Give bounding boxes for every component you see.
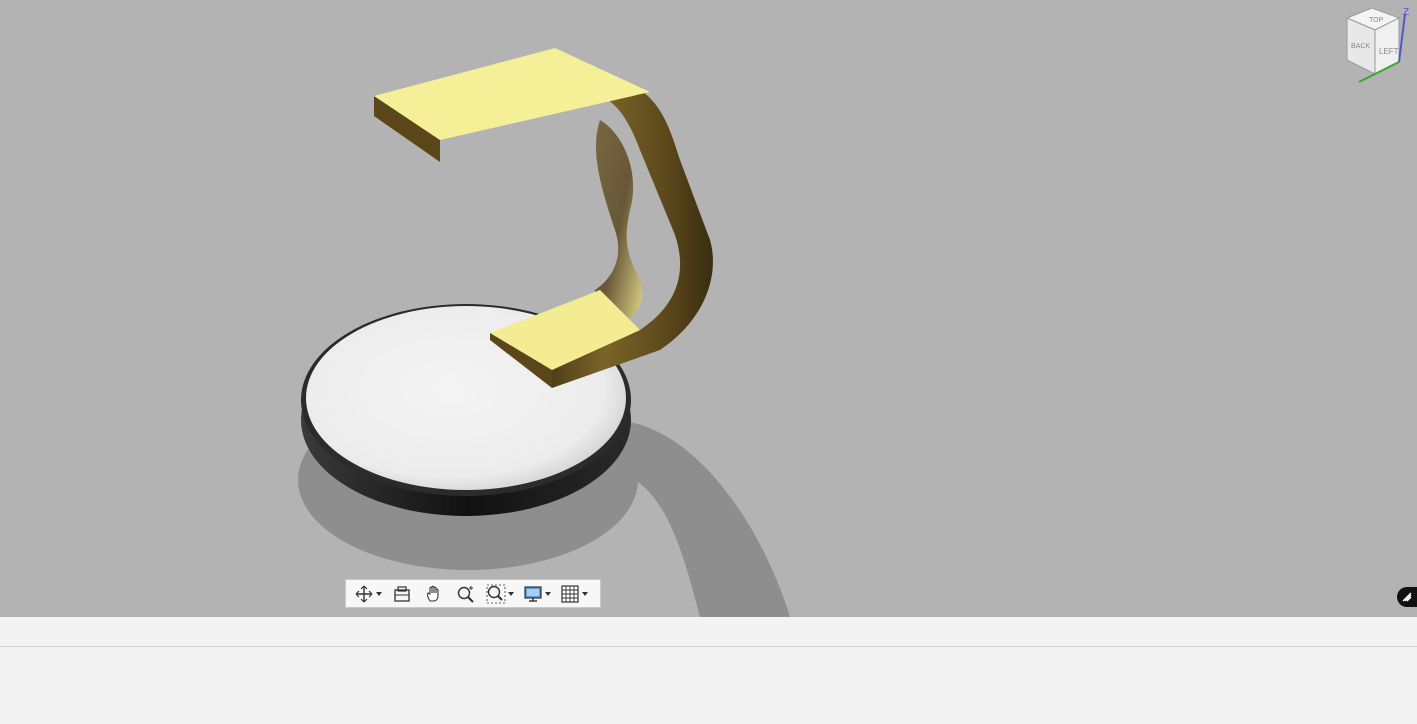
fit-button[interactable] bbox=[482, 580, 518, 607]
orbit-button[interactable] bbox=[350, 580, 386, 607]
bottom-panel bbox=[0, 647, 1417, 724]
viewcube[interactable]: TOP BACK LEFT Z bbox=[1337, 0, 1417, 90]
orbit-icon bbox=[355, 585, 373, 602]
grid-snaps-dropdown-caret[interactable] bbox=[582, 591, 588, 596]
zoom-window-icon bbox=[486, 584, 506, 603]
axis-z-label: Z bbox=[1403, 7, 1409, 18]
grid-icon bbox=[561, 584, 579, 603]
viewcube-left-label: LEFT bbox=[1379, 47, 1399, 56]
pan-button[interactable] bbox=[418, 580, 450, 607]
3d-viewport[interactable]: TOP BACK LEFT Z bbox=[0, 0, 1417, 617]
grid-snaps-button[interactable] bbox=[556, 580, 592, 607]
viewcube-back-label: BACK bbox=[1351, 43, 1370, 50]
model-scene bbox=[298, 48, 790, 617]
hand-icon bbox=[427, 585, 439, 602]
navigation-toolbar bbox=[345, 579, 601, 608]
fit-dropdown-caret[interactable] bbox=[508, 591, 514, 596]
comments-toggle-button[interactable] bbox=[1397, 587, 1417, 607]
look-at-icon bbox=[394, 585, 410, 602]
look-at-button[interactable] bbox=[386, 580, 418, 607]
status-strip bbox=[0, 617, 1417, 647]
display-settings-dropdown-caret[interactable] bbox=[545, 591, 551, 596]
zoom-button[interactable] bbox=[450, 580, 482, 607]
viewcube-top-label: TOP bbox=[1369, 17, 1384, 24]
comment-icon bbox=[1402, 592, 1412, 602]
axis-z-line bbox=[1398, 13, 1406, 63]
zoom-icon bbox=[457, 585, 474, 603]
orbit-dropdown-caret[interactable] bbox=[376, 591, 382, 596]
display-settings-button[interactable] bbox=[518, 580, 556, 607]
monitor-icon bbox=[524, 585, 542, 602]
